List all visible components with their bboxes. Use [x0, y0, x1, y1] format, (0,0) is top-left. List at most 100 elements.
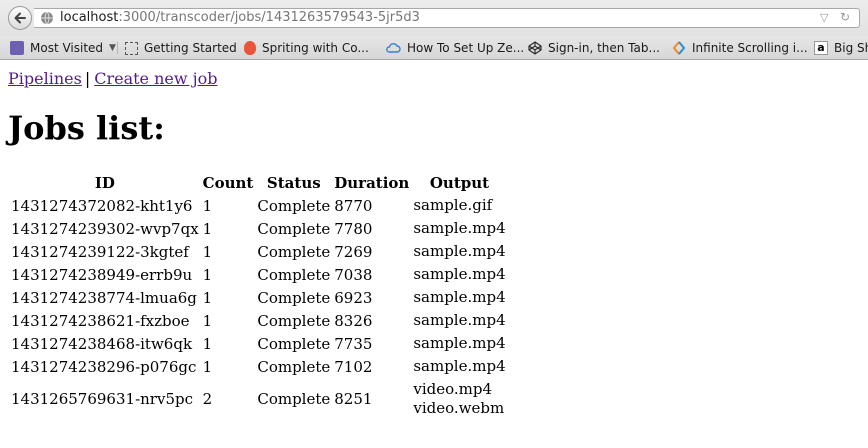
- bookmark-infinite-scrolling[interactable]: Infinite Scrolling i...: [672, 40, 808, 56]
- url-path: :3000/transcoder/jobs/1431263579543-5jr5…: [118, 10, 420, 25]
- header-output: Output: [429, 173, 490, 192]
- cell-id: 1431265769631-nrv5pc: [11, 390, 193, 408]
- header-status: Status: [266, 173, 321, 192]
- cell-status: Complete: [257, 196, 331, 215]
- cell-id: 1431274238621-fxzboe: [11, 311, 190, 330]
- cell-output: sample.mp4: [412, 356, 506, 377]
- cell-count: 1: [202, 357, 213, 376]
- arrows-icon: [672, 41, 686, 55]
- output-file: sample.mp4: [413, 265, 506, 283]
- cell-count: 1: [202, 311, 213, 330]
- bookmark-spriting[interactable]: Spriting with Co...: [244, 40, 369, 56]
- bookmarks-bar: Most Visited ▼ Getting Started Spriting …: [0, 36, 868, 60]
- cell-output: sample.mp4: [412, 264, 506, 285]
- cell-output: sample.mp4: [412, 241, 506, 262]
- browser-toolbar: localhost:3000/transcoder/jobs/143126357…: [0, 0, 868, 36]
- cell-duration: 7102: [334, 357, 373, 376]
- cell-count: 1: [202, 196, 213, 215]
- flame-icon: [244, 41, 256, 55]
- codepen-icon: [528, 41, 542, 55]
- nav-links: Pipelines | Create new job: [8, 70, 217, 88]
- table-row: 1431274372082-kht1y6 1 Complete 8770 sample.…: [10, 195, 507, 216]
- output-file: sample.gif: [413, 196, 493, 214]
- back-button[interactable]: [8, 6, 32, 30]
- cloud-icon: [386, 43, 401, 53]
- output-file: sample.mp4: [413, 288, 506, 306]
- bookmark-label: Infinite Scrolling i...: [692, 41, 808, 55]
- output-file: video.webm: [413, 399, 505, 417]
- amazon-icon: a: [814, 41, 828, 55]
- cell-output: sample.gif: [412, 195, 506, 216]
- output-file: sample.mp4: [413, 311, 506, 329]
- table-row: 1431274238468-itw6qk 1 Complete 7735 sample.…: [10, 333, 507, 354]
- cell-count: 1: [202, 288, 213, 307]
- cell-id: 1431274238949-errb9u: [11, 265, 193, 284]
- bookmark-label: Getting Started: [144, 41, 237, 55]
- bookmark-most-visited[interactable]: Most Visited ▼: [10, 40, 116, 56]
- cell-output: video.mp4 video.webm: [412, 379, 506, 419]
- address-bar[interactable]: localhost:3000/transcoder/jobs/143126357…: [34, 8, 860, 28]
- header-id: ID: [94, 173, 115, 192]
- cell-id: 1431274238468-itw6qk: [11, 334, 193, 353]
- cell-output: sample.mp4: [412, 333, 506, 354]
- table-row: 1431265769631-nrv5pc 2 Complete 8251 video.m…: [10, 379, 507, 419]
- cell-count: 2: [202, 390, 213, 408]
- table-row: 1431274239122-3kgtef 1 Complete 7269 sample.…: [10, 241, 507, 262]
- jobs-table: ID Count Status Duration Output 14312743…: [8, 170, 509, 421]
- bookmark-label: Most Visited: [30, 41, 104, 55]
- cell-id: 1431274239122-3kgtef: [11, 242, 189, 261]
- cell-count: 1: [202, 219, 213, 238]
- table-row: 1431274239302-wvp7qx 1 Complete 7780 sample.…: [10, 218, 507, 239]
- bookmark-label: How To Set Up Ze...: [407, 41, 525, 55]
- output-file: sample.mp4: [413, 219, 506, 237]
- cell-status: Complete: [257, 311, 331, 330]
- output-file: sample.mp4: [413, 334, 506, 352]
- cell-duration: 8326: [334, 311, 373, 330]
- bookmark-getting-started[interactable]: Getting Started: [125, 40, 237, 56]
- bookmark-sign-in[interactable]: Sign-in, then Tab...: [528, 40, 660, 56]
- bookmark-zen[interactable]: How To Set Up Ze...: [385, 40, 524, 56]
- reload-icon[interactable]: ↻: [840, 10, 850, 24]
- table-row: 1431274238774-lmua6g 1 Complete 6923 sample.…: [10, 287, 507, 308]
- bookmark-label: Big Sh: [834, 41, 868, 55]
- cell-status: Complete: [257, 265, 331, 284]
- bookmark-big-sh[interactable]: a Big Sh: [814, 40, 868, 56]
- nav-separator: |: [84, 69, 91, 88]
- divider: [117, 42, 118, 54]
- cell-count: 1: [202, 265, 213, 284]
- cell-output: sample.mp4: [412, 218, 506, 239]
- header-count: Count: [202, 173, 254, 192]
- url-host: localhost: [60, 10, 119, 25]
- cell-status: Complete: [257, 242, 331, 261]
- dropdown-arrow-icon[interactable]: ▽: [820, 11, 828, 24]
- cell-output: sample.mp4: [412, 287, 506, 308]
- header-duration: Duration: [334, 173, 410, 192]
- pipelines-link[interactable]: Pipelines: [8, 69, 82, 88]
- output-file: sample.mp4: [413, 242, 506, 260]
- table-row: 1431274238296-p076gc 1 Complete 7102 sample.…: [10, 356, 507, 377]
- back-arrow-icon: [14, 12, 26, 24]
- cell-status: Complete: [257, 288, 331, 307]
- cell-id: 1431274238296-p076gc: [11, 357, 197, 376]
- table-row: 1431274238949-errb9u 1 Complete 7038 sample.…: [10, 264, 507, 285]
- cell-duration: 8770: [334, 196, 373, 215]
- create-job-link[interactable]: Create new job: [94, 69, 217, 88]
- cell-count: 1: [202, 334, 213, 353]
- cell-output: sample.mp4: [412, 310, 506, 331]
- output-file: sample.mp4: [413, 357, 506, 375]
- page-title: Jobs list:: [8, 109, 165, 147]
- url-text: localhost:3000/transcoder/jobs/143126357…: [60, 10, 420, 26]
- cell-duration: 7735: [334, 334, 373, 353]
- cell-status: Complete: [257, 357, 331, 376]
- cell-duration: 7780: [334, 219, 373, 238]
- jobs-table-body: 1431274372082-kht1y6 1 Complete 8770 sample.…: [10, 195, 507, 419]
- bookmark-label: Sign-in, then Tab...: [548, 41, 660, 55]
- cell-status: Complete: [257, 390, 331, 408]
- cell-status: Complete: [257, 219, 331, 238]
- cell-status: Complete: [257, 334, 331, 353]
- cell-id: 1431274238774-lmua6g: [11, 288, 197, 307]
- chevron-down-icon: ▼: [109, 43, 116, 53]
- cell-count: 1: [202, 242, 213, 261]
- output-file: video.mp4: [413, 380, 492, 398]
- bookmark-label: Spriting with Co...: [262, 41, 369, 55]
